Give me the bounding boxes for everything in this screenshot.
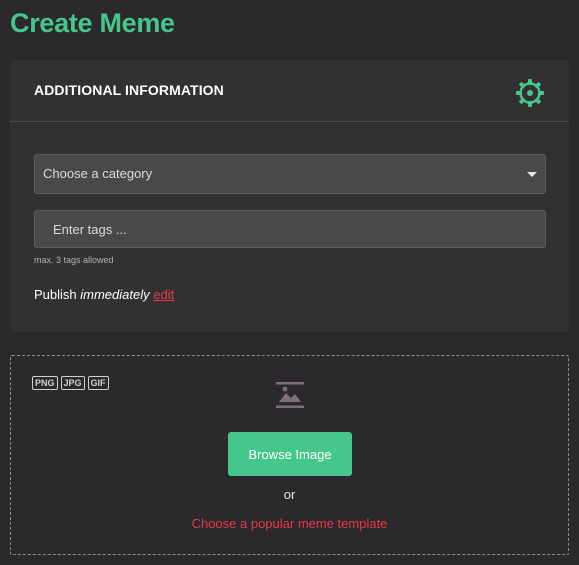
card-title: ADDITIONAL INFORMATION — [34, 82, 224, 98]
image-upload-icon — [276, 382, 304, 408]
publish-prefix: Publish — [34, 287, 81, 302]
caret-down-icon — [527, 172, 537, 177]
tags-input[interactable] — [34, 210, 546, 248]
gear-icon[interactable] — [515, 78, 545, 108]
or-separator: or — [283, 487, 296, 502]
format-badge-gif: GIF — [87, 376, 109, 390]
create-meme-page: Create Meme ADDITIONAL INFORMATION Choos… — [0, 0, 579, 565]
publish-status: Publish immediately edit — [34, 287, 174, 302]
image-drop-zone[interactable]: PNG JPG GIF Browse Image or Choose a pop… — [10, 355, 569, 555]
format-badge-png: PNG — [32, 376, 58, 390]
format-badges: PNG JPG GIF — [32, 376, 109, 390]
popular-template-link[interactable]: Choose a popular meme template — [11, 516, 568, 531]
browse-image-button[interactable]: Browse Image — [228, 432, 352, 476]
tags-hint: max. 3 tags allowed — [34, 255, 114, 265]
card-header: ADDITIONAL INFORMATION — [10, 60, 569, 122]
page-title: Create Meme — [10, 8, 175, 38]
publish-edit-link[interactable]: edit — [153, 287, 174, 302]
category-select[interactable]: Choose a category — [34, 154, 546, 194]
additional-info-card: ADDITIONAL INFORMATION Choose a category — [10, 60, 569, 332]
publish-mode: immediately — [80, 287, 150, 302]
category-select-value: Choose a category — [43, 166, 153, 181]
format-badge-jpg: JPG — [60, 376, 85, 390]
